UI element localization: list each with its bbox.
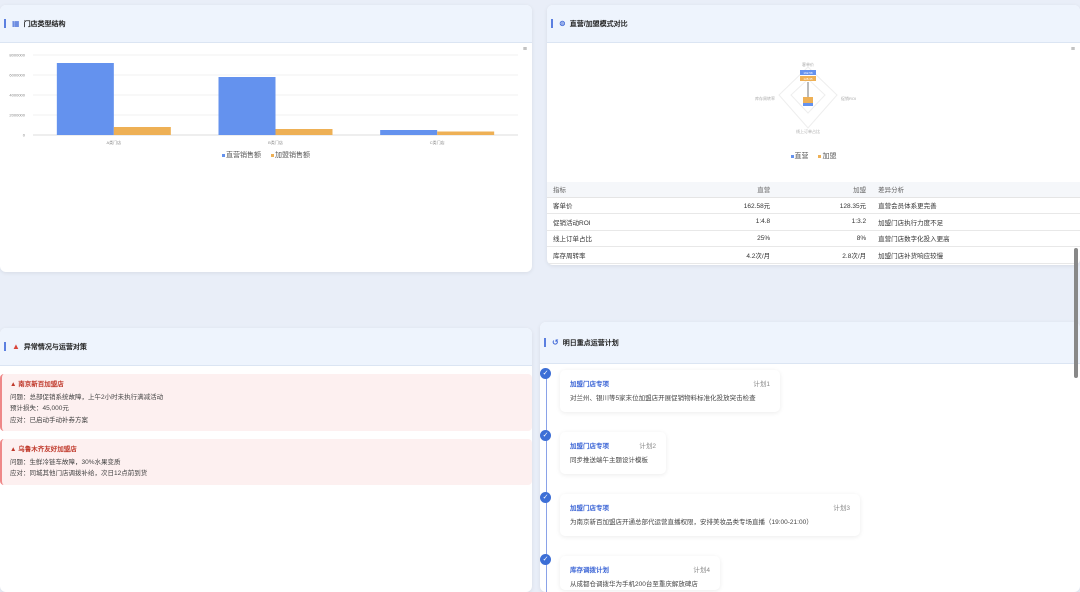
table-cell: 客单价 bbox=[547, 197, 681, 214]
table-cell: 线上订单占比 bbox=[547, 230, 681, 247]
warning-icon: ▲ bbox=[12, 342, 20, 351]
alert-line: 应对：同城其他门店调拨补给，次日12点前到货 bbox=[10, 470, 148, 477]
store-structure-card: ▦ 门店类型结构 ≡ 0 2000000 4000000 6000000 8000000 A… bbox=[0, 5, 532, 272]
card-title: 异常情况与运营对策 bbox=[23, 343, 87, 351]
table-cell: 2.8次/月 bbox=[776, 246, 873, 264]
check-icon: ✓ bbox=[540, 492, 551, 503]
card-title: 明日重点运营计划 bbox=[562, 339, 619, 347]
legend-franchise[interactable]: 加盟销售额 bbox=[270, 150, 310, 160]
radar-chart: 客单价 促销ROI 线上订单占比 库存周转率 162.58 128.35 bbox=[755, 61, 856, 134]
legend-direct[interactable]: 直营 bbox=[790, 151, 809, 161]
alert-line: 问题：总部促销系统故障，上午2小时未执行满减活动 bbox=[10, 393, 164, 401]
history-icon: ↺ bbox=[552, 338, 559, 347]
table-cell: 8% bbox=[776, 230, 873, 247]
y-tick-label: 2000000 bbox=[9, 113, 25, 118]
plan-desc: 同步推送端午主题设计模板 bbox=[570, 457, 648, 464]
plan-tag: 计划2 bbox=[639, 443, 656, 450]
y-tick-label: 4000000 bbox=[9, 93, 25, 98]
alert-line: 问题：生鲜冷链车故障，30%水果变质 bbox=[10, 458, 121, 466]
table-cell: 128.35元 bbox=[776, 197, 873, 214]
warning-icon: ▲ bbox=[10, 446, 19, 453]
table-cell: 1:4.8 bbox=[680, 213, 777, 231]
legend-franchise[interactable]: 加盟 bbox=[818, 151, 836, 161]
alert-list: ▲ 南京新百加盟店问题：总部促销系统故障，上午2小时未执行满减活动 预计损失：45… bbox=[0, 374, 532, 485]
bar-direct[interactable] bbox=[218, 77, 276, 135]
table-header: 指标 直营 加盟 差异分析 bbox=[547, 182, 1080, 198]
bar-franchise[interactable] bbox=[113, 127, 171, 135]
bar-direct[interactable] bbox=[380, 130, 438, 135]
alerts-card: ▲ 异常情况与运营对策 ▲ 南京新百加盟店 问题：总部促销系统故障，上午2小时未执行… bbox=[0, 328, 532, 592]
alert-item: ▲ 乌鲁木齐友好加盟店问题：生鲜冷链车故障，30%水果变质应对：同城其他门店调拨… bbox=[0, 439, 532, 485]
radar-value-franchise: 128.35 bbox=[803, 77, 813, 81]
x-tick-label: A类门店 bbox=[106, 139, 121, 145]
table-row: 促销活动ROI 1:4.8 1:3.2 加盟门店执行力度不足 bbox=[547, 213, 1080, 231]
plan-title: 加盟门店专项 bbox=[570, 381, 609, 388]
plan-desc: 对兰州、银川等5家末位加盟店开展促销物料标准化投放突击检查 bbox=[570, 395, 756, 402]
chart-legend: 直营销售额 加盟销售额 bbox=[0, 150, 532, 160]
compare-card: ⊜ 直营/加盟模式对比 ≡ 客单价 促销ROI 线上订单占比 库存周转率 162.… bbox=[547, 5, 1080, 265]
table-cell: 25% bbox=[680, 230, 777, 247]
plan-tag: 计划1 bbox=[753, 381, 770, 388]
alert-line: 应对：已启动手动补券方案 bbox=[10, 416, 88, 424]
scrollbar[interactable] bbox=[1074, 248, 1078, 378]
card-title: 直营/加盟模式对比 bbox=[569, 20, 628, 28]
card-header: ⊜ 直营/加盟模式对比 bbox=[547, 5, 1080, 43]
alert-item: ▲ 南京新百加盟店问题：总部促销系统故障，上午2小时未执行满减活动 预计损失：45… bbox=[0, 374, 532, 431]
radar-indicator: 客单价 bbox=[802, 61, 814, 67]
hamburger-icon[interactable]: ≡ bbox=[1071, 46, 1075, 53]
plans-card: ↺ 明日重点运营计划 ✓ 加盟门店专项 计划1 对兰州、银川等5家末位加盟店开展促销物料… bbox=[540, 322, 1080, 592]
compare-icon: ⊜ bbox=[559, 19, 566, 28]
y-tick-label: 6000000 bbox=[9, 73, 25, 78]
plan-desc: 为南京新百加盟店开通总部代运营直播权限，安排美妆品类专场直播（19:00-21:… bbox=[570, 519, 813, 526]
radar-indicator: 线上订单占比 bbox=[796, 128, 820, 134]
card-title: 门店类型结构 bbox=[23, 20, 66, 28]
store-icon: ▦ bbox=[12, 19, 20, 28]
warning-icon: ▲ bbox=[10, 381, 19, 388]
table-cell: 直营会员体系更完善 bbox=[872, 197, 1080, 214]
radar-legend: 直营 加盟 bbox=[547, 151, 1080, 161]
table-cell: 加盟门店补货响应较慢 bbox=[872, 246, 1080, 264]
table-cell: 162.58元 bbox=[680, 197, 777, 214]
table-row: 客单价 162.58元 128.35元 直营会员体系更完善 bbox=[547, 197, 1080, 214]
y-tick-label: 0 bbox=[23, 133, 26, 138]
alert-store: 南京新百加盟店 bbox=[18, 381, 64, 388]
legend-direct[interactable]: 直营销售额 bbox=[222, 150, 261, 160]
plan-title: 加盟门店专项 bbox=[570, 505, 609, 512]
plan-tag: 计划3 bbox=[833, 505, 850, 512]
radar-indicator: 库存周转率 bbox=[755, 95, 775, 101]
table-cell: 4.2次/月 bbox=[680, 246, 777, 264]
card-header: ▲ 异常情况与运营对策 bbox=[0, 328, 532, 366]
alert-store: 乌鲁木齐友好加盟店 bbox=[18, 446, 77, 453]
table-row: 库存周转率 4.2次/月 2.8次/月 加盟门店补货响应较慢 bbox=[547, 246, 1080, 264]
table-cell: 1:3.2 bbox=[776, 213, 873, 231]
compare-table: 指标 直营 加盟 差异分析 客单价 162.58元 128.35元 直营会员体系更完善 促销活… bbox=[547, 182, 1080, 264]
table-cell: 促销活动ROI bbox=[547, 213, 681, 231]
x-tick-label: C类门店 bbox=[430, 139, 445, 145]
card-header: ▦ 门店类型结构 bbox=[0, 5, 532, 43]
plan-title: 库存调拨计划 bbox=[570, 567, 609, 574]
table-row: 线上订单占比 25% 8% 直营门店数字化投入更高 bbox=[547, 230, 1080, 247]
bar-direct[interactable] bbox=[56, 63, 114, 135]
radar-value-direct: 162.58 bbox=[803, 71, 813, 75]
check-icon: ✓ bbox=[540, 554, 551, 565]
bar-franchise[interactable] bbox=[437, 131, 495, 136]
y-tick-label: 8000000 bbox=[9, 53, 25, 58]
plan-desc: 从成都仓调拨华为手机200台至重庆解放碑店 bbox=[570, 581, 698, 588]
radar-indicator: 促销ROI bbox=[841, 95, 856, 101]
table-cell: 库存周转率 bbox=[547, 246, 681, 264]
card-header: ↺ 明日重点运营计划 bbox=[540, 322, 1080, 364]
table-cell: 直营门店数字化投入更高 bbox=[872, 230, 1080, 247]
plan-tag: 计划4 bbox=[693, 567, 710, 574]
plan-title: 加盟门店专项 bbox=[570, 443, 609, 450]
alert-line: 预计损失：45,000元 bbox=[10, 405, 69, 412]
table-cell: 加盟门店执行力度不足 bbox=[872, 213, 1080, 231]
check-icon: ✓ bbox=[540, 368, 551, 379]
bar-franchise[interactable] bbox=[275, 129, 333, 135]
check-icon: ✓ bbox=[540, 430, 551, 441]
x-tick-label: B类门店 bbox=[268, 139, 283, 145]
